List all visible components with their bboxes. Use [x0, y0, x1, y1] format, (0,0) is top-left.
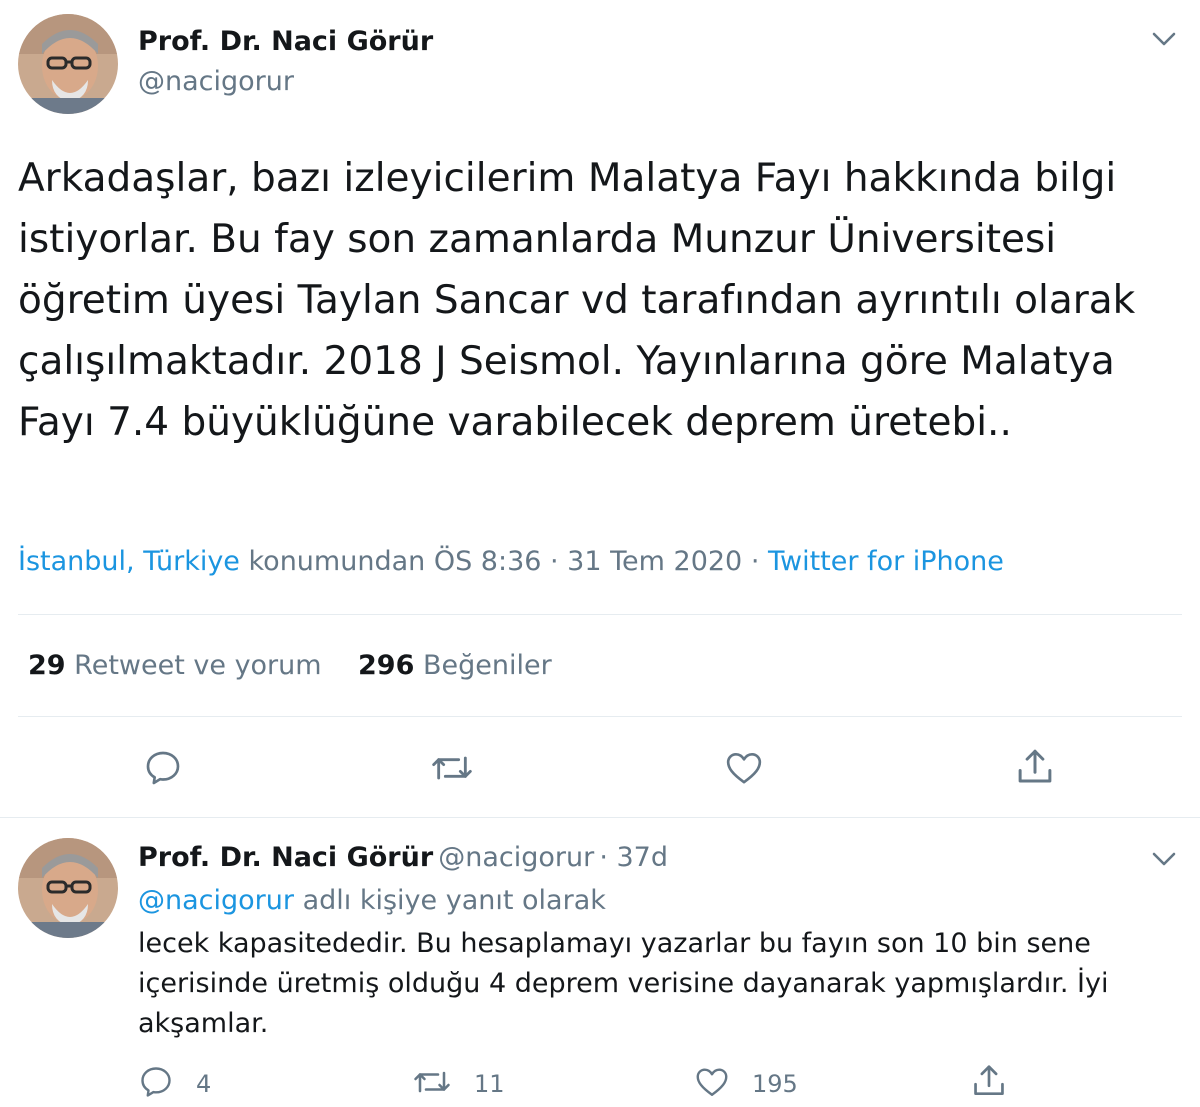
location-link[interactable]: İstanbul, Türkiye	[18, 546, 240, 577]
author-name[interactable]: Prof. Dr. Naci Görür	[138, 26, 433, 57]
author-avatar[interactable]	[18, 14, 118, 114]
like-count: 195	[752, 1070, 798, 1098]
divider	[18, 614, 1182, 615]
tweet-meta: İstanbul, Türkiye konumundan ÖS 8:36 · 3…	[18, 546, 1004, 577]
reply-icon[interactable]	[143, 748, 183, 788]
reply-header: Prof. Dr. Naci Görür @nacigorur · 37d	[138, 842, 668, 873]
reply-count: 4	[196, 1070, 212, 1098]
tweet-timestamp: konumundan ÖS 8:36 · 31 Tem 2020 ·	[239, 546, 768, 577]
share-icon[interactable]	[970, 1062, 1008, 1100]
retweet-count: 29	[28, 650, 66, 681]
like-label: Beğeniler	[422, 650, 552, 681]
replying-to-label: adlı kişiye yanıt olarak	[293, 885, 606, 916]
tweet-text: Arkadaşlar, bazı izleyicilerim Malatya F…	[18, 156, 1136, 445]
replying-to: @nacigorur adlı kişiye yanıt olarak	[138, 885, 606, 916]
source-link[interactable]: Twitter for iPhone	[768, 546, 1004, 577]
chevron-down-icon[interactable]	[1151, 850, 1177, 868]
retweet-icon[interactable]	[412, 1064, 452, 1100]
retweet-label: Retweet ve yorum	[74, 650, 322, 681]
chevron-down-icon[interactable]	[1151, 30, 1177, 48]
divider	[0, 817, 1200, 818]
reply-author-name[interactable]: Prof. Dr. Naci Görür	[138, 842, 433, 873]
retweet-count: 11	[474, 1070, 505, 1098]
heart-icon[interactable]	[723, 748, 765, 788]
like-stats[interactable]: 296 Beğeniler	[358, 650, 552, 681]
reply-author-avatar[interactable]	[18, 838, 118, 938]
reply-icon[interactable]	[138, 1064, 174, 1100]
replying-to-handle[interactable]: @nacigorur	[138, 885, 294, 916]
like-count: 296	[358, 650, 415, 681]
heart-icon[interactable]	[693, 1064, 731, 1100]
share-icon[interactable]	[1014, 746, 1056, 788]
retweet-stats[interactable]: 29 Retweet ve yorum	[28, 650, 322, 681]
reply-author-handle[interactable]: @nacigorur	[438, 842, 594, 873]
divider	[18, 716, 1182, 717]
retweet-icon[interactable]	[430, 748, 474, 788]
reply-text: lecek kapasitededir. Bu hesaplamayı yaza…	[138, 928, 1109, 1039]
reply-time[interactable]: · 37d	[599, 842, 668, 873]
author-handle[interactable]: @nacigorur	[138, 66, 294, 97]
